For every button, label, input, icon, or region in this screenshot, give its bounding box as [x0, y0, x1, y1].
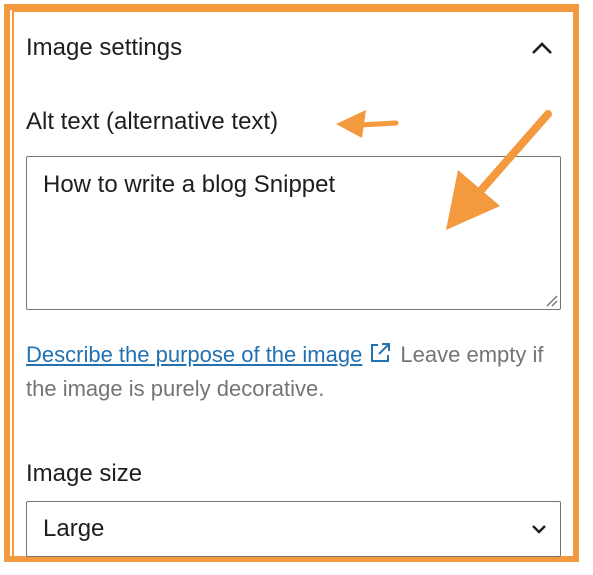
- panel-title: Image settings: [26, 34, 183, 61]
- resize-handle-icon[interactable]: [542, 291, 558, 307]
- image-size-value: Large: [43, 515, 105, 542]
- external-link-icon[interactable]: [368, 341, 392, 365]
- image-size-select[interactable]: Large: [26, 501, 561, 557]
- collapse-toggle-button[interactable]: [524, 30, 560, 66]
- image-settings-header[interactable]: Image settings: [26, 28, 566, 68]
- alt-text-input[interactable]: How to write a blog Snippet: [26, 156, 561, 310]
- alt-text-label: Alt text (alternative text): [26, 108, 279, 135]
- chevron-down-icon: [532, 525, 546, 534]
- chevron-up-icon: [532, 42, 552, 54]
- image-size-label: Image size: [26, 460, 143, 487]
- alt-text-help: Describe the purpose of the image Leave …: [26, 338, 546, 406]
- describe-purpose-link[interactable]: Describe the purpose of the image: [26, 342, 362, 367]
